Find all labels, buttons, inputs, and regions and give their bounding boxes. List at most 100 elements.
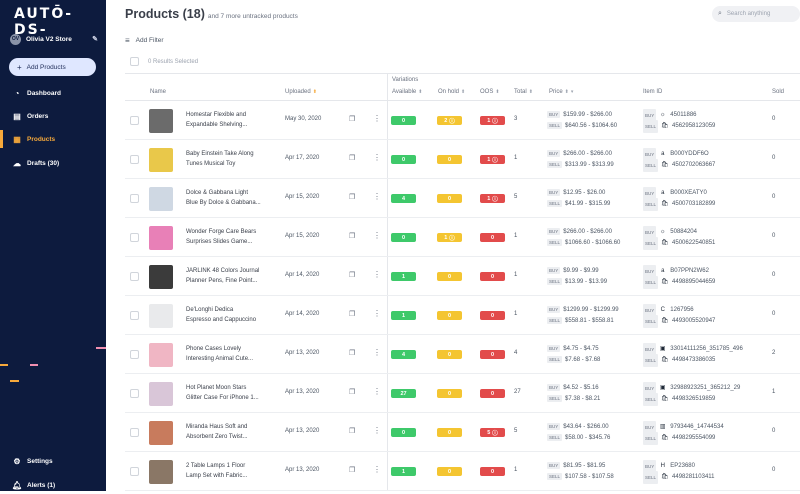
oos-badge[interactable]: 1 ⓘ [480, 194, 505, 203]
oos-badge[interactable]: 0 [480, 272, 505, 281]
product-name[interactable]: De'Longhi Dedica Espresso and Cappuccino [186, 306, 276, 325]
nav-item-dashboard[interactable]: ◔ Dashboard [0, 84, 106, 102]
oos-badge[interactable]: 5 ⓘ [480, 428, 505, 437]
col-on-hold[interactable]: On hold ⬍ [438, 89, 465, 95]
on-hold-badge[interactable]: 0 [437, 272, 462, 281]
note-icon[interactable]: ❐ [349, 466, 355, 474]
row-checkbox[interactable] [130, 350, 139, 359]
product-name[interactable]: Phone Cases Lovely Interesting Animal Cut… [186, 345, 276, 364]
table-row[interactable]: Wonder Forge Care Bears Surprises Slides … [125, 218, 800, 257]
product-name[interactable]: Baby Einstein Take Along Tunes Musical To… [186, 150, 276, 169]
product-thumbnail[interactable] [149, 460, 173, 484]
store-selector[interactable]: OV Olivia V2 Store ✎ [10, 32, 98, 46]
sell-item-id[interactable]: SELL 🛍︎ 4498326519859 [643, 393, 773, 406]
table-row[interactable]: Baby Einstein Take Along Tunes Musical To… [125, 140, 800, 179]
oos-badge[interactable]: 0 [480, 467, 505, 476]
on-hold-badge[interactable]: 0 [437, 428, 462, 437]
table-row[interactable]: De'Longhi Dedica Espresso and Cappuccino A… [125, 296, 800, 335]
note-icon[interactable]: ❐ [349, 154, 355, 162]
product-thumbnail[interactable] [149, 226, 173, 250]
note-icon[interactable]: ❐ [349, 427, 355, 435]
on-hold-badge[interactable]: 0 [437, 467, 462, 476]
row-checkbox[interactable] [130, 155, 139, 164]
on-hold-badge[interactable]: 2 ⓘ [437, 116, 462, 125]
table-row[interactable]: Hot Planet Moon Stars Glitter Case For iP… [125, 374, 800, 413]
oos-badge[interactable]: 0 [480, 389, 505, 398]
note-icon[interactable]: ❐ [349, 388, 355, 396]
available-badge[interactable]: 1 [391, 311, 416, 320]
sell-item-id[interactable]: SELL 🛍︎ 4500703182899 [643, 198, 773, 211]
product-thumbnail[interactable] [149, 265, 173, 289]
available-badge[interactable]: 0 [391, 233, 416, 242]
note-icon[interactable]: ❐ [349, 193, 355, 201]
table-row[interactable]: Miranda Haus Soft and Absorbent Zero Twis… [125, 413, 800, 452]
product-thumbnail[interactable] [149, 148, 173, 172]
select-all-checkbox[interactable] [130, 57, 139, 66]
more-options-icon[interactable]: ⋮ [373, 192, 381, 201]
product-thumbnail[interactable] [149, 304, 173, 328]
table-row[interactable]: Phone Cases Lovely Interesting Animal Cut… [125, 335, 800, 374]
col-uploaded[interactable]: Uploaded ⬍ [285, 89, 317, 95]
on-hold-badge[interactable]: 0 [437, 311, 462, 320]
col-sold[interactable]: Sold [772, 89, 784, 95]
product-name[interactable]: 2 Table Lamps 1 Floor Lamp Set with Fabri… [186, 462, 276, 481]
product-name[interactable]: Dolce & Gabbana Light Blue By Dolce & Gab… [186, 189, 276, 208]
row-checkbox[interactable] [130, 116, 139, 125]
sell-item-id[interactable]: SELL 🛍︎ 4498295554099 [643, 432, 773, 445]
row-checkbox[interactable] [130, 272, 139, 281]
note-icon[interactable]: ❐ [349, 232, 355, 240]
product-name[interactable]: Hot Planet Moon Stars Glitter Case For iP… [186, 384, 276, 403]
on-hold-badge[interactable]: 0 [437, 350, 462, 359]
more-options-icon[interactable]: ⋮ [373, 114, 381, 123]
nav-item-orders[interactable]: ▤ Orders [0, 107, 106, 125]
available-badge[interactable]: 1 [391, 272, 416, 281]
nav-item-alerts[interactable]: 🔔︎ Alerts (1) [0, 476, 106, 494]
sell-item-id[interactable]: SELL 🛍︎ 4502702063667 [643, 159, 773, 172]
product-name[interactable]: Wonder Forge Care Bears Surprises Slides … [186, 228, 276, 247]
sell-item-id[interactable]: SELL 🛍︎ 4498281103411 [643, 471, 773, 484]
table-row[interactable]: Dolce & Gabbana Light Blue By Dolce & Gab… [125, 179, 800, 218]
note-icon[interactable]: ❐ [349, 115, 355, 123]
row-checkbox[interactable] [130, 428, 139, 437]
available-badge[interactable]: 27 [391, 389, 416, 398]
product-thumbnail[interactable] [149, 343, 173, 367]
sell-item-id[interactable]: SELL 🛍︎ 4498473386035 [643, 354, 773, 367]
product-thumbnail[interactable] [149, 382, 173, 406]
on-hold-badge[interactable]: 0 [437, 155, 462, 164]
available-badge[interactable]: 4 [391, 194, 416, 203]
col-name[interactable]: Name [150, 89, 166, 95]
sell-item-id[interactable]: SELL 🛍︎ 4498895044659 [643, 276, 773, 289]
more-options-icon[interactable]: ⋮ [373, 231, 381, 240]
row-checkbox[interactable] [130, 311, 139, 320]
edit-pencil-icon[interactable]: ✎ [92, 35, 98, 43]
product-thumbnail[interactable] [149, 109, 173, 133]
row-checkbox[interactable] [130, 194, 139, 203]
note-icon[interactable]: ❐ [349, 310, 355, 318]
available-badge[interactable]: 1 [391, 467, 416, 476]
more-options-icon[interactable]: ⋮ [373, 426, 381, 435]
product-thumbnail[interactable] [149, 187, 173, 211]
row-checkbox[interactable] [130, 389, 139, 398]
note-icon[interactable]: ❐ [349, 349, 355, 357]
available-badge[interactable]: 0 [391, 155, 416, 164]
col-oos[interactable]: OOS ⬍ [480, 89, 500, 95]
search-input[interactable]: ⌕ Search anything [712, 6, 800, 22]
col-total[interactable]: Total ⬍ [514, 89, 533, 95]
more-options-icon[interactable]: ⋮ [373, 153, 381, 162]
add-filter-button[interactable]: ≡ Add Filter [125, 36, 164, 45]
oos-badge[interactable]: 0 [480, 350, 505, 359]
nav-item-drafts[interactable]: ☁ Drafts (30) [0, 154, 106, 172]
available-badge[interactable]: 4 [391, 350, 416, 359]
on-hold-badge[interactable]: 1 ⓘ [437, 233, 462, 242]
more-options-icon[interactable]: ⋮ [373, 309, 381, 318]
note-icon[interactable]: ❐ [349, 271, 355, 279]
on-hold-badge[interactable]: 0 [437, 194, 462, 203]
oos-badge[interactable]: 0 [480, 311, 505, 320]
row-checkbox[interactable] [130, 233, 139, 242]
product-name[interactable]: JARLINK 48 Colors Journal Planner Pens, F… [186, 267, 276, 286]
oos-badge[interactable]: 1 ⓘ [480, 116, 505, 125]
oos-badge[interactable]: 1 ⓘ [480, 155, 505, 164]
row-checkbox[interactable] [130, 467, 139, 476]
sell-item-id[interactable]: SELL 🛍︎ 4500622540851 [643, 237, 773, 250]
more-options-icon[interactable]: ⋮ [373, 387, 381, 396]
